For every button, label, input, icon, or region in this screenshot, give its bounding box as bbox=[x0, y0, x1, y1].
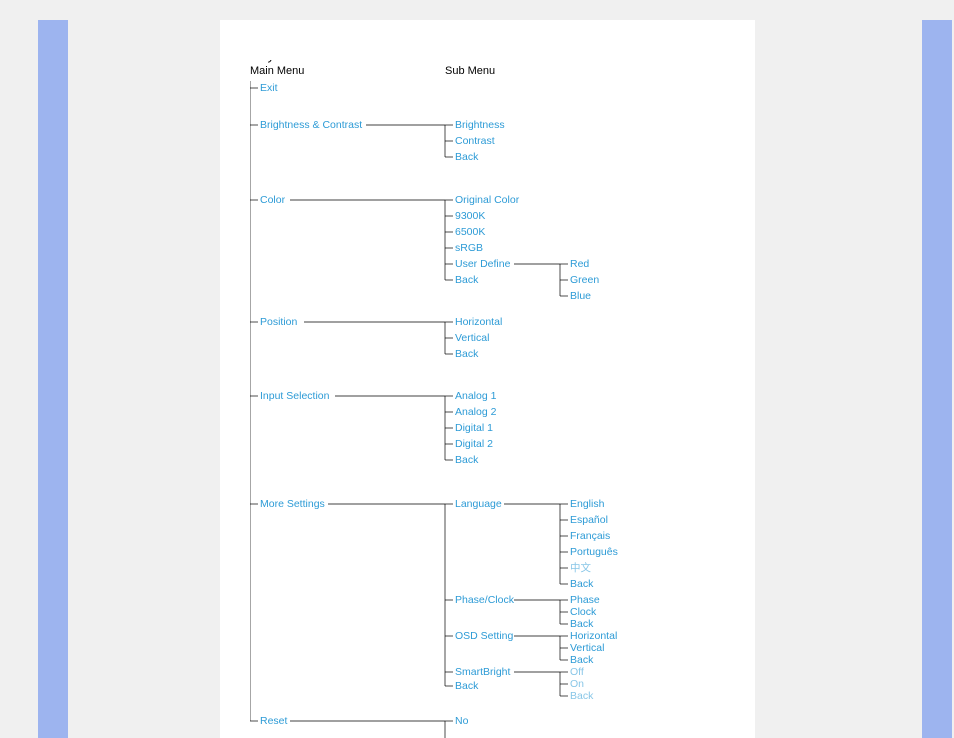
sub-ms-language: Language bbox=[455, 498, 502, 510]
sub-lang-chinese: 中文 bbox=[570, 561, 591, 574]
sub-osd-vertical: Vertical bbox=[570, 642, 604, 654]
sub-ms-back: Back bbox=[455, 680, 479, 692]
heading-main-menu: Main Menu bbox=[250, 65, 304, 77]
sub-bc-contrast: Contrast bbox=[455, 135, 495, 147]
sub-in-analog1: Analog 1 bbox=[455, 390, 497, 402]
document-page: Only available for Nafta Model Main Menu… bbox=[220, 20, 755, 738]
sub-lang-francais: Français bbox=[570, 530, 610, 542]
main-position: Position bbox=[260, 316, 298, 328]
sub-ud-red: Red bbox=[570, 258, 589, 270]
sub-bc-brightness: Brightness bbox=[455, 119, 505, 131]
sub-pos-back: Back bbox=[455, 348, 479, 360]
title-note: Only available for Nafta Model bbox=[250, 60, 411, 63]
sub-pc-phase: Phase bbox=[570, 594, 600, 606]
sub-lang-portugues: Português bbox=[570, 546, 618, 558]
sub-color-original: Original Color bbox=[455, 194, 520, 206]
sub-color-9300k: 9300K bbox=[455, 210, 485, 222]
sub-osd-back: Back bbox=[570, 654, 594, 666]
sub-color-srgb: sRGB bbox=[455, 242, 483, 254]
main-exit: Exit bbox=[260, 82, 278, 94]
sub-ms-smartbright: SmartBright bbox=[455, 666, 511, 678]
sub-lang-english: English bbox=[570, 498, 605, 510]
main-color: Color bbox=[260, 194, 286, 206]
sub-ud-blue: Blue bbox=[570, 290, 591, 302]
sub-in-digital2: Digital 2 bbox=[455, 438, 493, 450]
sub-color-back: Back bbox=[455, 274, 479, 286]
decorative-strip-right bbox=[922, 20, 952, 738]
sub-osd-horizontal: Horizontal bbox=[570, 630, 617, 642]
decorative-strip-left bbox=[38, 20, 68, 738]
main-more-settings: More Settings bbox=[260, 498, 325, 510]
sub-ms-osd: OSD Setting bbox=[455, 630, 514, 642]
sub-ms-phaseclock: Phase/Clock bbox=[455, 594, 515, 606]
sub-sb-off: Off bbox=[570, 666, 584, 678]
sub-sb-back: Back bbox=[570, 690, 594, 702]
sub-reset-no: No bbox=[455, 715, 469, 727]
menu-tree: Only available for Nafta Model Main Menu… bbox=[250, 60, 730, 738]
sub-pos-vertical: Vertical bbox=[455, 332, 489, 344]
sub-sb-on: On bbox=[570, 678, 584, 690]
sub-bc-back: Back bbox=[455, 151, 479, 163]
main-reset: Reset bbox=[260, 715, 288, 727]
sub-pc-back: Back bbox=[570, 618, 594, 630]
sub-pc-clock: Clock bbox=[570, 606, 597, 618]
sub-pos-horizontal: Horizontal bbox=[455, 316, 502, 328]
page-container: Only available for Nafta Model Main Menu… bbox=[0, 0, 954, 738]
sub-lang-back: Back bbox=[570, 578, 594, 590]
sub-ud-green: Green bbox=[570, 274, 599, 286]
main-input-selection: Input Selection bbox=[260, 390, 330, 402]
heading-sub-menu: Sub Menu bbox=[445, 65, 495, 77]
sub-in-digital1: Digital 1 bbox=[455, 422, 493, 434]
sub-lang-espanol: Español bbox=[570, 514, 608, 526]
sub-in-analog2: Analog 2 bbox=[455, 406, 497, 418]
sub-in-back: Back bbox=[455, 454, 479, 466]
sub-color-6500k: 6500K bbox=[455, 226, 485, 238]
sub-color-user-define: User Define bbox=[455, 258, 511, 270]
main-brightness-contrast: Brightness & Contrast bbox=[260, 119, 362, 131]
